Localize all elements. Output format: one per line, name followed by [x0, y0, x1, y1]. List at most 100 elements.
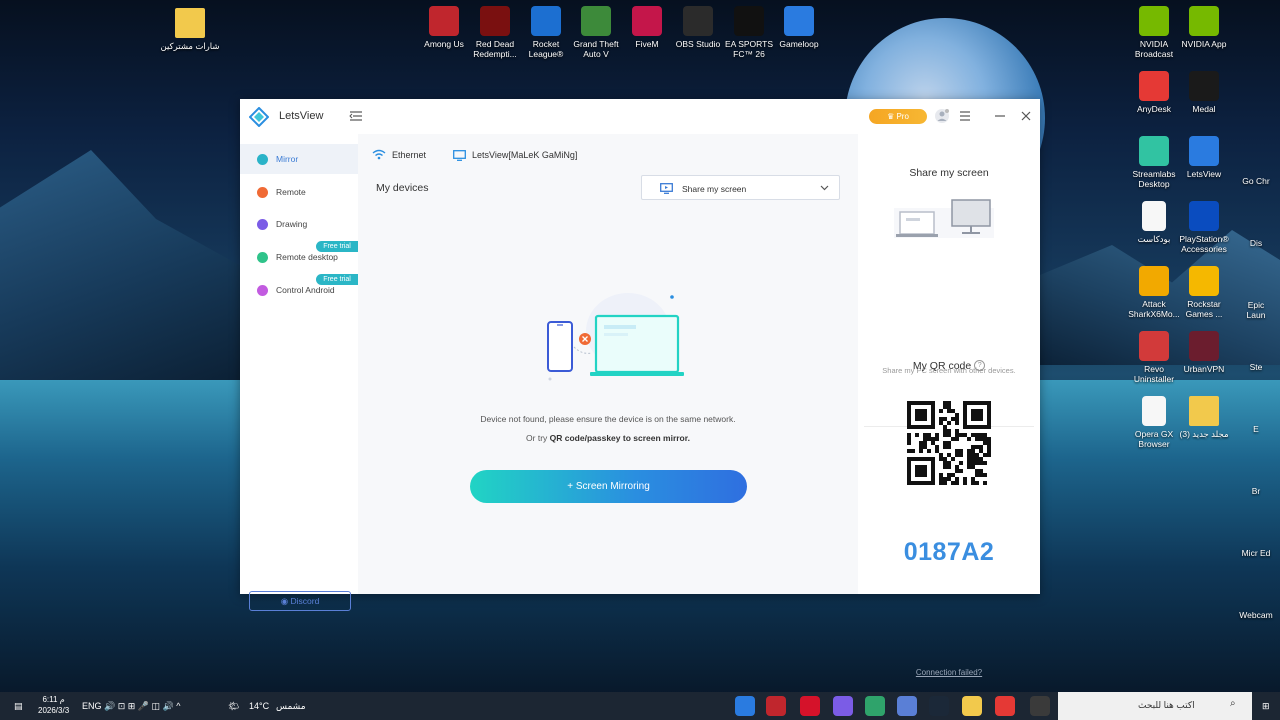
desktop-icon[interactable]: Medal	[1174, 71, 1234, 114]
notification-icon[interactable]: ▤	[14, 696, 23, 716]
app-title: LetsView	[279, 110, 324, 122]
search-box[interactable]: اكتب هنا للبحث ⌕	[1058, 692, 1252, 720]
share-pc-illustration	[894, 199, 994, 238]
user-avatar-icon[interactable]	[934, 108, 950, 124]
revo-icon	[1139, 331, 1169, 361]
desktop-icon-label: Opera GX Browser	[1134, 429, 1174, 449]
sidebar-item-remote-desktop[interactable]: Remote desktop Free trial	[240, 241, 358, 272]
device-name: LetsView[MaLeK GaMiNg]	[472, 150, 578, 160]
desktop-icon-label: Rocket League®	[528, 39, 564, 59]
desktop-icon-label[interactable]: Dis	[1238, 238, 1274, 248]
taskbar-app-icon[interactable]	[962, 696, 982, 716]
close-icon[interactable]	[1018, 108, 1034, 124]
clock-time: 6:11 م	[42, 695, 65, 704]
cast-screen-icon	[660, 183, 673, 194]
desktop-icon[interactable]: Gameloop	[769, 6, 829, 49]
fivem-icon	[632, 6, 662, 36]
desktop-icon[interactable]: شارات مشتركين	[160, 8, 220, 51]
start-icon[interactable]: ⊞	[1262, 696, 1270, 716]
desktop-icon[interactable]: UrbanVPN	[1174, 331, 1234, 374]
nvidia-broadcast-icon	[1139, 6, 1169, 36]
or-try-text: Or try QR code/passkey to screen mirror.	[358, 433, 858, 443]
connection-failed-link[interactable]: Connection failed?	[858, 668, 1040, 677]
desktop-icon-label[interactable]: Go Chr	[1238, 176, 1274, 186]
share-screen-dropdown[interactable]: Share my screen	[641, 175, 840, 200]
tray-icons[interactable]: 🔊 ⊡ ⊞ 🎤 ◫ 🔊 ^	[104, 696, 180, 716]
desktop-icon-label: OBS Studio	[675, 39, 721, 49]
minimize-icon[interactable]	[992, 108, 1008, 124]
ethernet-label: Ethernet	[392, 150, 427, 160]
sidebar-item-icon	[257, 186, 268, 198]
desktop-icon[interactable]: Rockstar Games ...	[1174, 266, 1234, 319]
sidebar: Mirror Remote Drawing Remote desktop Free tr…	[240, 134, 358, 611]
desktop-icon[interactable]: PlayStation® Accessories	[1174, 201, 1234, 254]
desktop-icon-label[interactable]: Ste	[1238, 362, 1274, 372]
gta-icon	[581, 6, 611, 36]
wifi-icon	[372, 149, 386, 160]
desktop-icon-label[interactable]: Webcam	[1238, 610, 1274, 620]
menu-icon[interactable]	[957, 108, 973, 124]
taskbar-app-icon[interactable]	[897, 696, 917, 716]
obs-icon	[683, 6, 713, 36]
language-indicator[interactable]: ENG	[82, 696, 102, 716]
desktop-icon[interactable]: مجلد جديد (3)	[1174, 396, 1234, 439]
desktop-icon-label: NVIDIA Broadcast	[1134, 39, 1174, 59]
folder-icon	[1189, 396, 1219, 426]
title-bar: LetsView ♛ Pro	[240, 99, 1040, 134]
desktop-icon-label: Red Dead Redempti...	[473, 39, 517, 59]
desktop-icon[interactable]: NVIDIA App	[1174, 6, 1234, 49]
sidebar-item-drawing[interactable]: Drawing	[240, 209, 358, 239]
document-icon	[1142, 201, 1166, 231]
pro-badge[interactable]: ♛ Pro	[869, 109, 927, 124]
qr-code-title: My QR code ?	[858, 360, 1040, 372]
letsview-logo-icon	[249, 107, 269, 127]
taskbar-app-icon[interactable]	[929, 696, 949, 716]
qr-code-title-label: My QR code	[912, 360, 972, 372]
free-trial-badge: Free trial	[316, 241, 358, 253]
taskbar-app-icon[interactable]	[833, 696, 853, 716]
folder-icon	[175, 8, 205, 38]
sidebar-item-icon	[257, 284, 268, 296]
taskbar-app-icon[interactable]	[766, 696, 786, 716]
weather-icon[interactable]: 🌤	[228, 696, 239, 716]
taskbar-app-icon[interactable]	[735, 696, 755, 716]
taskbar-app-icon[interactable]	[995, 696, 1015, 716]
desktop-icon[interactable]: LetsView	[1174, 136, 1234, 179]
rockstar-icon	[1189, 266, 1219, 296]
discord-button[interactable]: ◉ Discord	[249, 591, 351, 611]
desktop-icon-label[interactable]: Epic Laun	[1238, 300, 1274, 320]
weather-text[interactable]: مشمس	[276, 696, 306, 716]
urbanvpn-icon	[1189, 331, 1219, 361]
taskbar-app-icon[interactable]	[1030, 696, 1050, 716]
share-screen-title: Share my screen	[909, 167, 989, 179]
letsview-window: LetsView ♛ Pro Mirror Remote Drawing Rem…	[240, 99, 1040, 677]
sidebar-item-remote[interactable]: Remote	[240, 177, 358, 207]
screen-mirroring-button[interactable]: + Screen Mirroring	[470, 470, 747, 503]
taskbar-app-icon[interactable]	[865, 696, 885, 716]
device-not-found-text: Device not found, please ensure the devi…	[480, 414, 736, 424]
qr-code-image	[907, 401, 991, 485]
free-trial-badge: Free trial	[316, 273, 358, 285]
desktop-icon-label: بودكاست	[1137, 234, 1171, 244]
desktop-icon-label: EA SPORTS FC™ 26	[724, 39, 774, 59]
desktop-icon-label[interactable]: Micr Ed	[1238, 548, 1274, 558]
taskbar-app-icon[interactable]	[800, 696, 820, 716]
right-panel: Share my screen Share my PC screen with …	[858, 134, 1040, 677]
desktop-icon-label: Medal	[1192, 104, 1216, 114]
desktop-icon-label: شارات مشتركين	[160, 41, 220, 51]
search-placeholder: اكتب هنا للبحث	[1138, 700, 1195, 710]
qr-passkey-link[interactable]: QR code/passkey to screen mirror.	[550, 433, 690, 443]
sidebar-item-icon	[257, 252, 268, 264]
weather-temp[interactable]: 14°C	[249, 696, 269, 716]
sidebar-item-label: Remote	[276, 186, 306, 197]
desktop-icon-label[interactable]: Br	[1238, 486, 1274, 496]
sidebar-item-control-android[interactable]: Control Android Free trial	[240, 273, 358, 305]
help-icon[interactable]: ?	[974, 360, 986, 371]
sidebar-item-mirror[interactable]: Mirror	[240, 144, 358, 174]
clock[interactable]: 6:11 م 2026/3/3	[38, 694, 69, 715]
collapse-menu-icon[interactable]	[349, 109, 363, 123]
desktop-icon-label[interactable]: E	[1238, 424, 1274, 434]
sidebar-item-label: Remote desktop	[276, 252, 338, 263]
sidebar-item-icon	[257, 154, 268, 165]
pro-label: Pro	[896, 112, 909, 121]
